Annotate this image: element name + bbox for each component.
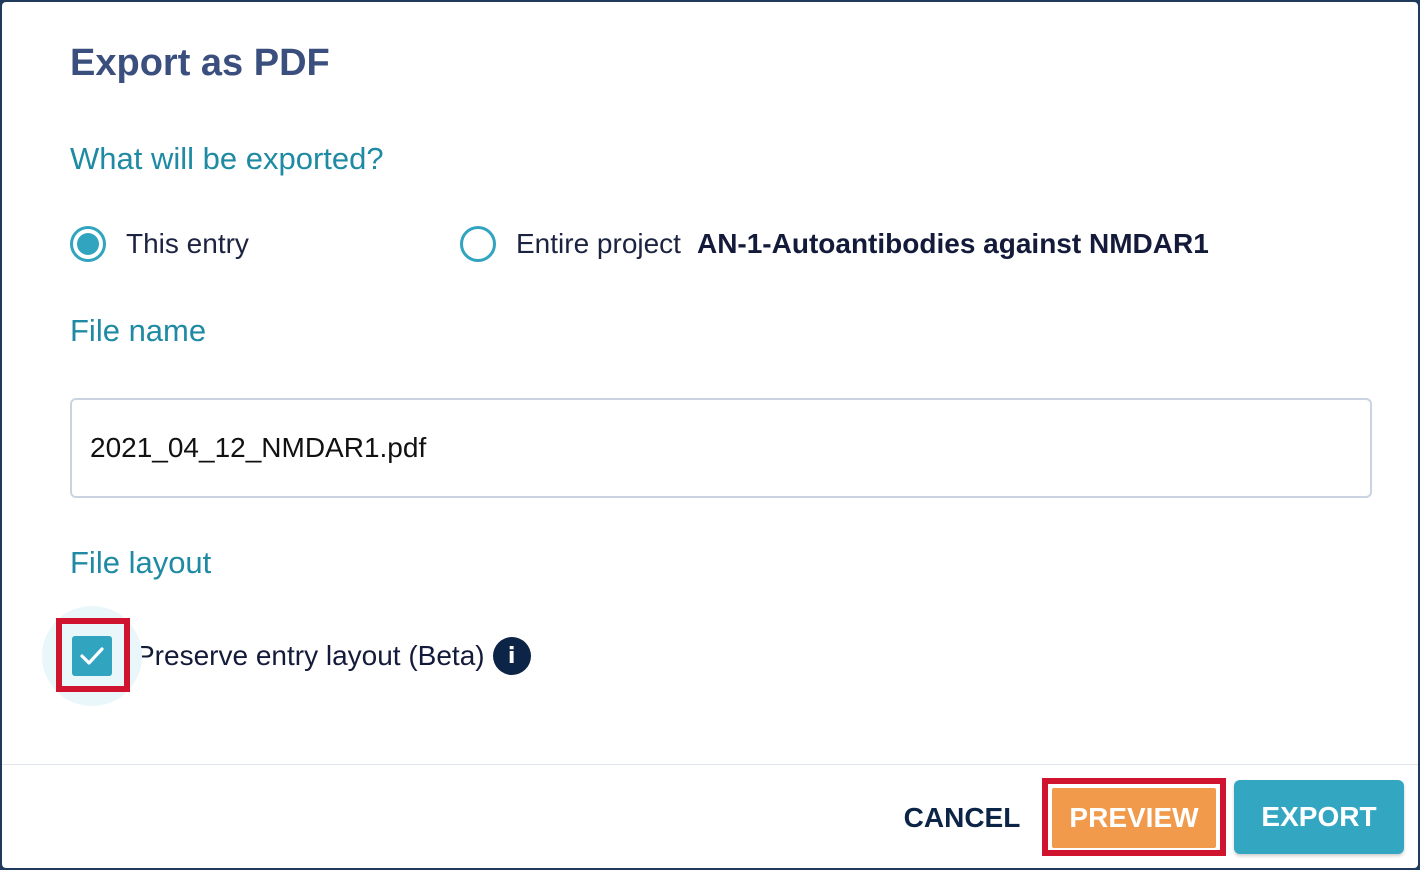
preserve-layout-label: Preserve entry layout (Beta)	[136, 640, 485, 671]
radio-label-entire-project: Entire project	[516, 228, 681, 259]
radio-button-entire-project[interactable]	[460, 226, 496, 262]
file-layout-label: File layout	[70, 545, 212, 580]
export-pdf-dialog: Export as PDF What will be exported? Thi…	[2, 2, 1418, 868]
export-scope-label: What will be exported?	[70, 141, 384, 176]
radio-option-this-entry[interactable]: This entry	[70, 222, 249, 266]
info-icon[interactable]: i	[492, 637, 531, 675]
radio-button-this-entry[interactable]	[70, 226, 106, 262]
preserve-layout-row: Preserve entry layout (Beta) i	[42, 606, 531, 706]
file-name-label: File name	[70, 313, 207, 348]
footer-divider	[2, 764, 1418, 765]
dialog-title: Export as PDF	[70, 42, 330, 84]
radio-selected-dot	[77, 233, 99, 255]
radio-label-this-entry: This entry	[126, 228, 249, 259]
preview-button[interactable]: PREVIEW	[1052, 788, 1216, 848]
checkbox-focus-halo	[42, 606, 142, 706]
check-icon	[80, 647, 104, 665]
file-name-input[interactable]	[70, 398, 1372, 498]
export-scope-radio-group: This entry Entire project AN-1-Autoantib…	[70, 222, 1370, 266]
radio-option-entire-project[interactable]: Entire project AN-1-Autoantibodies again…	[460, 222, 1209, 266]
cancel-button[interactable]: CANCEL	[894, 788, 1030, 848]
project-name: AN-1-Autoantibodies against NMDAR1	[696, 228, 1209, 259]
export-button[interactable]: EXPORT	[1234, 780, 1404, 854]
preserve-layout-checkbox[interactable]	[72, 636, 112, 676]
